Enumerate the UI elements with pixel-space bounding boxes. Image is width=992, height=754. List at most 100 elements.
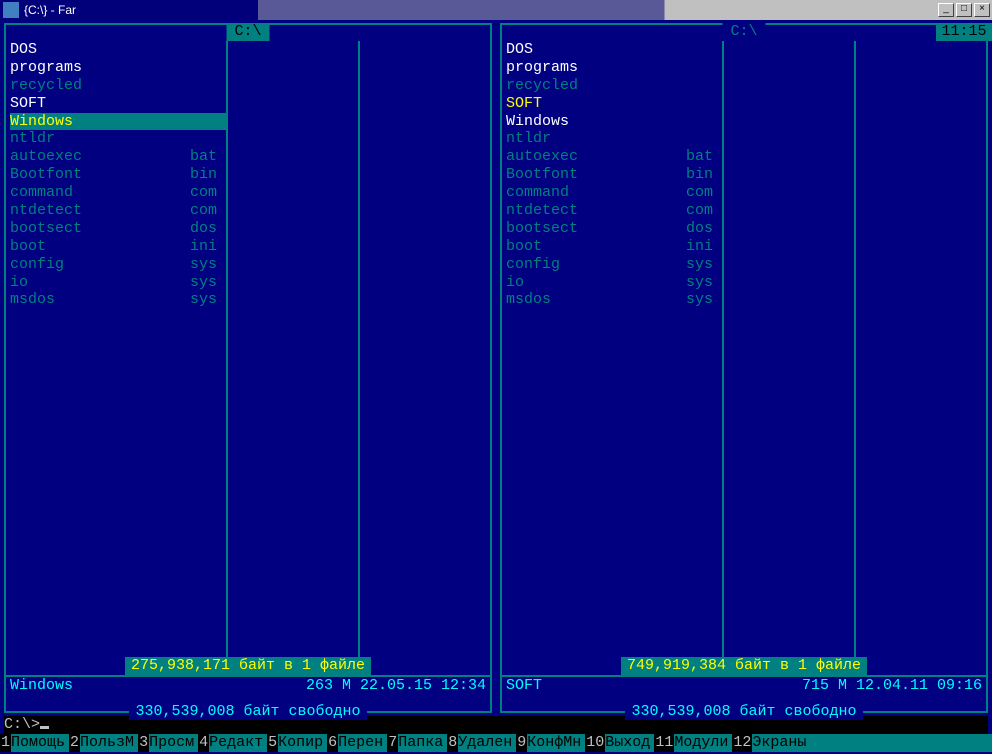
file-row[interactable]: SOFT bbox=[10, 95, 226, 113]
file-row[interactable]: msdossys bbox=[10, 291, 226, 309]
file-ext: bin bbox=[686, 166, 722, 184]
keybar-f11[interactable]: 11Модули bbox=[654, 734, 732, 752]
file-row[interactable]: iosys bbox=[506, 274, 722, 292]
close-button[interactable]: × bbox=[974, 3, 990, 17]
file-name: io bbox=[10, 274, 190, 292]
file-name: msdos bbox=[506, 291, 686, 309]
right-selection-summary: 749,919,384 байт в 1 файле bbox=[621, 657, 867, 675]
keybar-f2[interactable]: 2ПользМ bbox=[69, 734, 138, 752]
file-name: bootsect bbox=[506, 220, 686, 238]
keybar-number: 11 bbox=[654, 734, 674, 752]
file-name: recycled bbox=[506, 77, 686, 95]
file-row[interactable]: ntdetectcom bbox=[10, 202, 226, 220]
left-panel-path[interactable]: C:\ bbox=[226, 23, 269, 41]
keybar-f7[interactable]: 7Папка bbox=[387, 734, 447, 752]
file-ext: sys bbox=[190, 274, 226, 292]
keybar-f10[interactable]: 10Выход bbox=[585, 734, 654, 752]
file-row[interactable]: bootsectdos bbox=[10, 220, 226, 238]
file-row[interactable]: Windows bbox=[10, 113, 226, 131]
keybar-f12[interactable]: 12Экраны bbox=[732, 734, 810, 752]
cursor-icon bbox=[40, 726, 49, 729]
file-row[interactable]: recycled bbox=[10, 77, 226, 95]
file-row[interactable]: programs bbox=[10, 59, 226, 77]
file-row[interactable]: commandcom bbox=[10, 184, 226, 202]
file-ext: com bbox=[190, 202, 226, 220]
file-row[interactable]: configsys bbox=[10, 256, 226, 274]
file-row[interactable]: autoexecbat bbox=[506, 148, 722, 166]
left-selection-summary: 275,938,171 байт в 1 файле bbox=[125, 657, 371, 675]
file-ext: sys bbox=[190, 291, 226, 309]
file-name: config bbox=[10, 256, 190, 274]
minimize-button[interactable]: _ bbox=[938, 3, 954, 17]
file-ext: sys bbox=[686, 274, 722, 292]
keybar-label: Копир bbox=[278, 734, 327, 752]
file-row[interactable]: ntldr bbox=[10, 130, 226, 148]
keybar-f6[interactable]: 6Перен bbox=[327, 734, 387, 752]
file-ext bbox=[190, 59, 226, 77]
file-name: Windows bbox=[506, 113, 686, 131]
right-file-list[interactable]: DOSprogramsrecycledSOFTWindowsntldrautoe… bbox=[506, 41, 722, 309]
left-panel[interactable]: C:\ DOSprogramsrecycledSOFTWindowsntldra… bbox=[0, 20, 496, 713]
keybar-number: 7 bbox=[387, 734, 398, 752]
file-ext bbox=[190, 41, 226, 59]
right-free-space: 330,539,008 байт свободно bbox=[496, 703, 992, 721]
keybar-f3[interactable]: 3Просм bbox=[138, 734, 198, 752]
file-row[interactable]: programs bbox=[506, 59, 722, 77]
file-name: Bootfont bbox=[506, 166, 686, 184]
file-row[interactable]: DOS bbox=[10, 41, 226, 59]
right-panel-path[interactable]: C:\ bbox=[722, 23, 765, 41]
file-ext bbox=[686, 59, 722, 77]
file-row[interactable]: DOS bbox=[506, 41, 722, 59]
file-ext bbox=[190, 113, 226, 131]
right-current-details: 715 M 12.04.11 09:16 bbox=[802, 677, 982, 695]
keybar-label: ПользМ bbox=[80, 734, 138, 752]
file-row[interactable]: recycled bbox=[506, 77, 722, 95]
left-current-details: 263 M 22.05.15 12:34 bbox=[306, 677, 486, 695]
file-row[interactable]: iosys bbox=[10, 274, 226, 292]
keybar-number: 6 bbox=[327, 734, 338, 752]
file-row[interactable]: commandcom bbox=[506, 184, 722, 202]
right-panel[interactable]: C:\ DOSprogramsrecycledSOFTWindowsntldra… bbox=[496, 20, 992, 713]
file-ext bbox=[190, 95, 226, 113]
file-row[interactable]: SOFT bbox=[506, 95, 722, 113]
file-name: boot bbox=[506, 238, 686, 256]
file-row[interactable]: Bootfontbin bbox=[506, 166, 722, 184]
file-ext: bat bbox=[190, 148, 226, 166]
window-titlebar: {C:\} - Far _ □ × bbox=[0, 0, 992, 20]
maximize-button[interactable]: □ bbox=[956, 3, 972, 17]
keybar-f8[interactable]: 8Удален bbox=[447, 734, 516, 752]
file-row[interactable]: Windows bbox=[506, 113, 722, 131]
file-ext: sys bbox=[686, 291, 722, 309]
keybar-number: 5 bbox=[267, 734, 278, 752]
keybar-f4[interactable]: 4Редакт bbox=[198, 734, 267, 752]
keybar-f9[interactable]: 9КонфМн bbox=[516, 734, 585, 752]
keybar-label: Экраны bbox=[752, 734, 810, 752]
file-ext: bat bbox=[686, 148, 722, 166]
file-row[interactable]: Bootfontbin bbox=[10, 166, 226, 184]
file-name: io bbox=[506, 274, 686, 292]
file-name: ntdetect bbox=[10, 202, 190, 220]
file-row[interactable]: configsys bbox=[506, 256, 722, 274]
file-name: bootsect bbox=[10, 220, 190, 238]
file-row[interactable]: ntldr bbox=[506, 130, 722, 148]
file-ext: dos bbox=[686, 220, 722, 238]
left-file-list[interactable]: DOSprogramsrecycledSOFTWindowsntldrautoe… bbox=[10, 41, 226, 309]
keybar-label: Выход bbox=[605, 734, 654, 752]
keybar-label: Удален bbox=[458, 734, 516, 752]
file-row[interactable]: msdossys bbox=[506, 291, 722, 309]
file-row[interactable]: bootini bbox=[10, 238, 226, 256]
file-row[interactable]: autoexecbat bbox=[10, 148, 226, 166]
keybar-number: 1 bbox=[0, 734, 11, 752]
keybar-f5[interactable]: 5Копир bbox=[267, 734, 327, 752]
keybar-f1[interactable]: 1Помощь bbox=[0, 734, 69, 752]
file-name: msdos bbox=[10, 291, 190, 309]
file-row[interactable]: bootsectdos bbox=[506, 220, 722, 238]
file-ext: sys bbox=[190, 256, 226, 274]
left-free-space: 330,539,008 байт свободно bbox=[0, 703, 496, 721]
window-title: {C:\} - Far bbox=[22, 3, 76, 17]
file-row[interactable]: bootini bbox=[506, 238, 722, 256]
file-row[interactable]: ntdetectcom bbox=[506, 202, 722, 220]
file-name: recycled bbox=[10, 77, 190, 95]
left-info-line: Windows 263 M 22.05.15 12:34 bbox=[10, 677, 486, 695]
file-name: command bbox=[506, 184, 686, 202]
